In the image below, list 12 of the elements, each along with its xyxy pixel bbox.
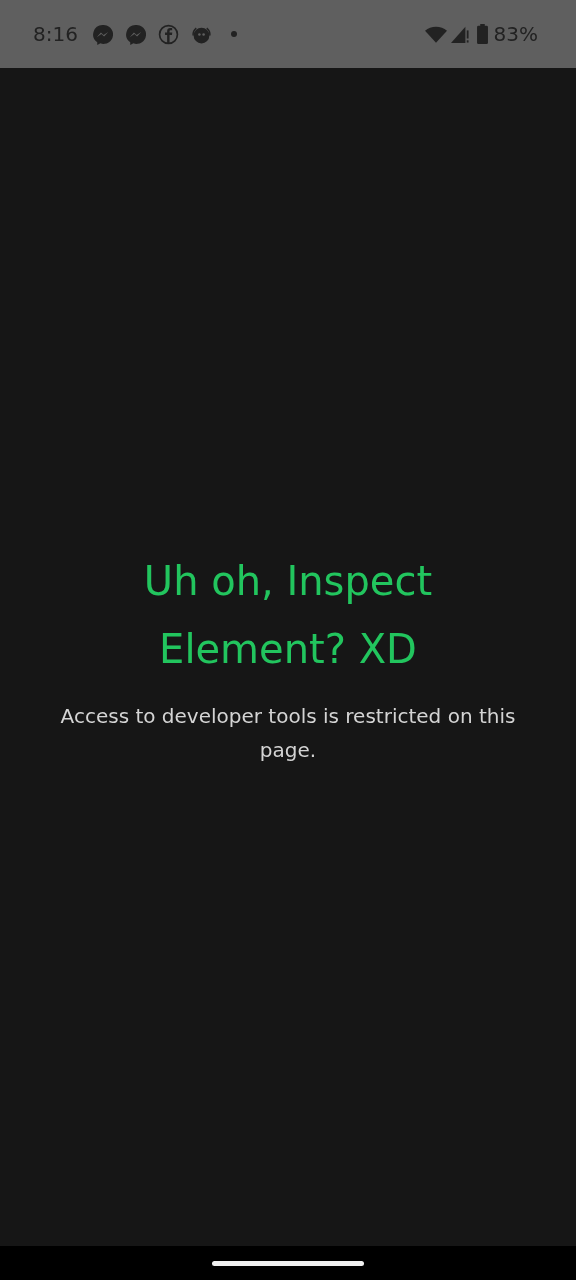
facebook-icon (157, 23, 179, 45)
battery-percent: 83% (493, 22, 538, 46)
home-handle[interactable] (212, 1260, 364, 1266)
battery-icon (476, 24, 488, 44)
message-title: Uh oh, Inspect Element? XD (142, 557, 434, 674)
messenger-icon (91, 23, 113, 45)
signal-icon (450, 25, 469, 43)
wifi-icon (424, 25, 447, 43)
messenger-icon (124, 23, 146, 45)
notification-dot-icon (229, 30, 238, 38)
message-text: Access to developer tools is restricted on this page. (59, 703, 517, 764)
status-time: 8:16 (33, 22, 78, 46)
